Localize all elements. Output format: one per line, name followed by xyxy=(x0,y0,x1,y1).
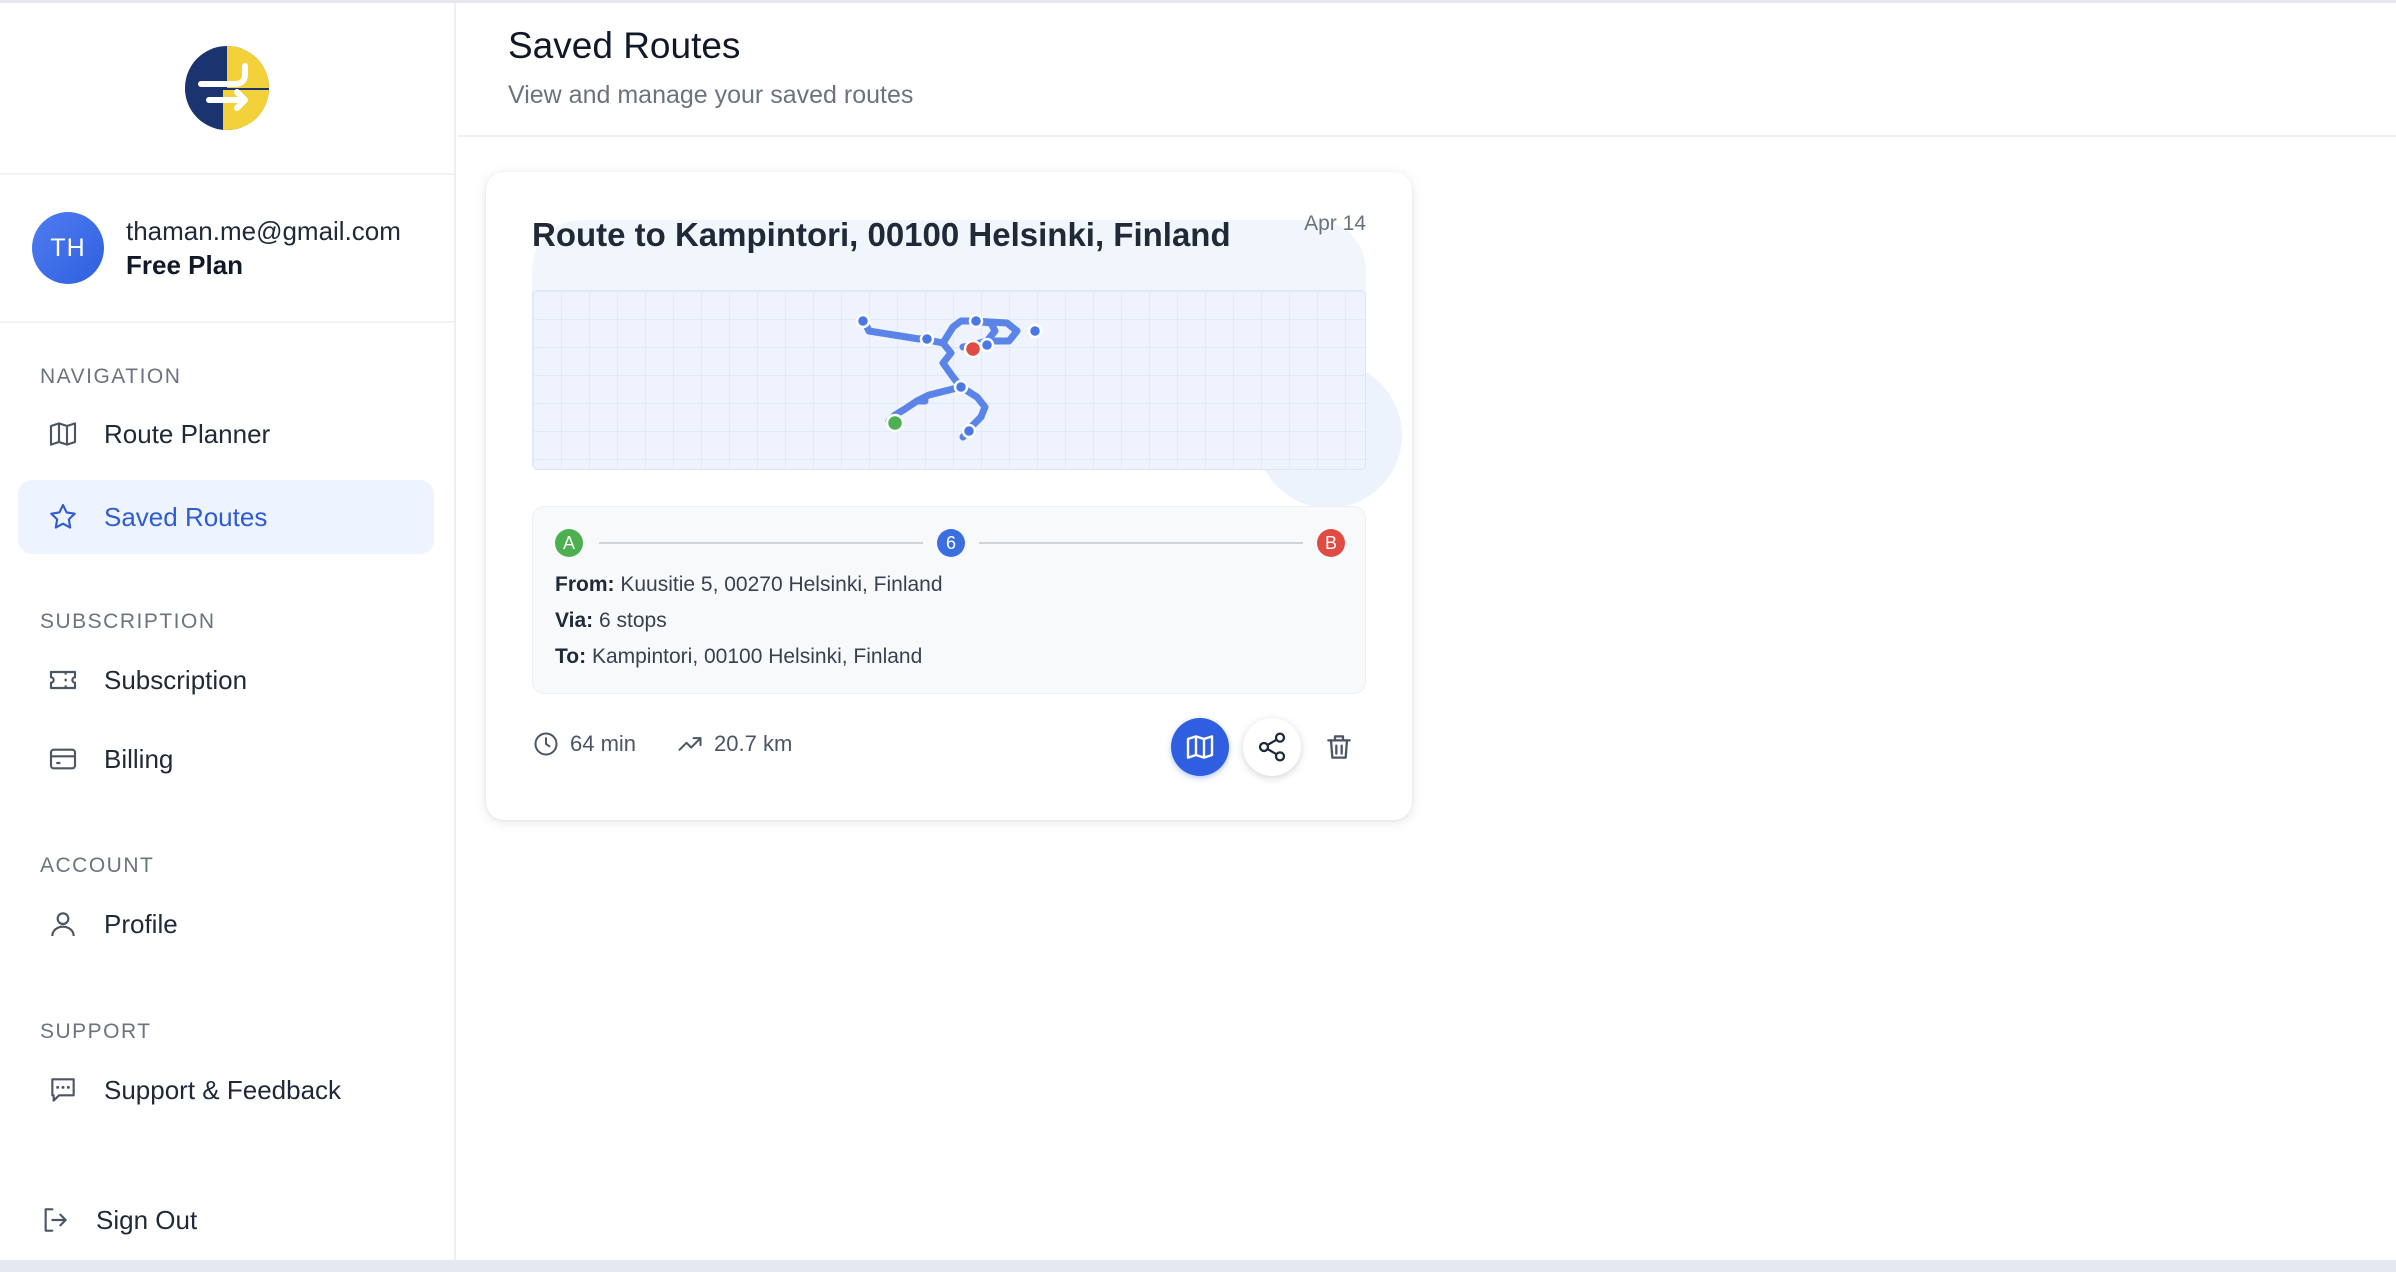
star-icon xyxy=(46,500,80,534)
sidebar-item-label: Billing xyxy=(104,743,174,774)
sidebar: TH thaman.me@gmail.com Free Plan NAVIGAT… xyxy=(0,3,456,1260)
sidebar-item-label: Saved Routes xyxy=(104,501,268,532)
page-subtitle: View and manage your saved routes xyxy=(508,81,914,109)
share-route-button[interactable] xyxy=(1243,718,1301,776)
from-label: From: xyxy=(555,573,615,596)
sign-out-label: Sign Out xyxy=(96,1204,198,1235)
logo-area xyxy=(0,3,454,175)
trending-up-icon xyxy=(678,737,702,751)
sidebar-item-label: Profile xyxy=(104,908,178,939)
sidebar-item-label: Subscription xyxy=(104,664,248,695)
via-label: Via: xyxy=(555,609,594,632)
sidebar-item-profile[interactable]: Profile xyxy=(18,887,434,961)
route-via: Via: 6 stops xyxy=(555,609,667,633)
distance-stat: 20.7 km xyxy=(676,730,792,758)
user-email: thaman.me@gmail.com xyxy=(126,216,401,246)
route-connector xyxy=(599,542,923,544)
route-from: From: Kuusitie 5, 00270 Helsinki, Finlan… xyxy=(555,573,943,597)
user-icon xyxy=(46,907,80,941)
page-header: Saved Routes View and manage your saved … xyxy=(458,3,2396,137)
clock-icon xyxy=(534,732,558,756)
page-title: Saved Routes xyxy=(508,25,741,66)
sidebar-item-billing[interactable]: Billing xyxy=(18,722,434,796)
bottom-bar xyxy=(0,1260,2396,1272)
section-label-account: ACCOUNT xyxy=(40,854,155,877)
app-logo[interactable] xyxy=(183,44,271,132)
duration-stat: 64 min xyxy=(532,730,636,758)
sidebar-item-saved-routes[interactable]: Saved Routes xyxy=(18,480,434,554)
sidebar-item-support[interactable]: Support & Feedback xyxy=(18,1053,434,1127)
distance-value: 20.7 km xyxy=(714,731,793,756)
section-label-subscription: SUBSCRIPTION xyxy=(40,610,216,633)
via-value: 6 stops xyxy=(598,609,667,632)
avatar[interactable]: TH xyxy=(32,212,104,284)
to-label: To: xyxy=(555,645,587,668)
duration-value: 64 min xyxy=(570,731,637,756)
section-label-support: SUPPORT xyxy=(40,1020,152,1043)
sidebar-item-label: Route Planner xyxy=(104,418,271,449)
trash-icon xyxy=(1327,735,1351,759)
map-icon xyxy=(1186,735,1214,759)
sidebar-item-subscription[interactable]: Subscription xyxy=(18,643,434,717)
via-marker: 6 xyxy=(937,529,965,557)
saved-route-card[interactable]: Route to Kampintori, 00100 Helsinki, Fin… xyxy=(486,172,1412,820)
route-summary: A 6 B From: Kuusitie 5, 00270 Helsinki, … xyxy=(532,506,1366,694)
message-icon xyxy=(46,1073,80,1107)
route-title: Route to Kampintori, 00100 Helsinki, Fin… xyxy=(532,216,1231,253)
share-icon xyxy=(1258,732,1286,762)
route-connector xyxy=(979,542,1303,544)
section-label-navigation: NAVIGATION xyxy=(40,365,182,388)
route-to: To: Kampintori, 00100 Helsinki, Finland xyxy=(555,645,922,669)
sign-out-icon xyxy=(38,1203,72,1237)
ticket-icon xyxy=(46,663,80,697)
open-map-button[interactable] xyxy=(1171,718,1229,776)
credit-card-icon xyxy=(46,742,80,776)
start-marker: A xyxy=(555,529,583,557)
sidebar-item-label: Support & Feedback xyxy=(104,1074,342,1105)
user-card: TH thaman.me@gmail.com Free Plan xyxy=(0,175,454,323)
end-marker: B xyxy=(1317,529,1345,557)
to-value: Kampintori, 00100 Helsinki, Finland xyxy=(591,645,923,668)
delete-route-button[interactable] xyxy=(1312,720,1366,774)
route-stats: 64 min 20.7 km xyxy=(532,730,832,758)
map-icon xyxy=(46,417,80,451)
route-map-preview[interactable] xyxy=(532,290,1366,470)
user-plan: Free Plan xyxy=(126,250,244,280)
sidebar-item-route-planner[interactable]: Route Planner xyxy=(18,397,434,471)
route-path-graphic xyxy=(855,313,1043,441)
route-date: Apr 14 xyxy=(1304,212,1366,235)
from-value: Kuusitie 5, 00270 Helsinki, Finland xyxy=(620,573,943,596)
sign-out-button[interactable]: Sign Out xyxy=(10,1183,426,1257)
